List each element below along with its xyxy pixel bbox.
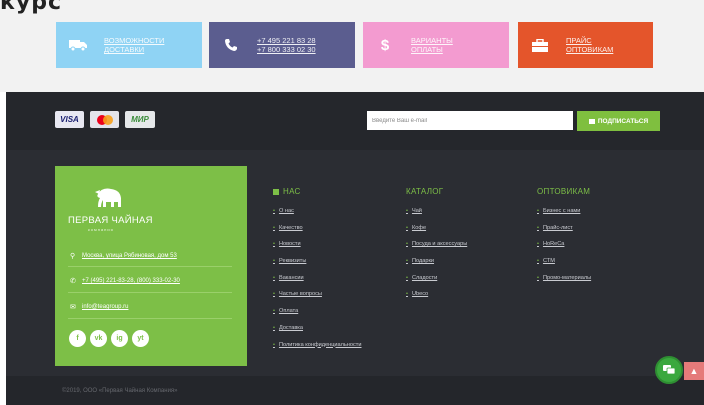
footer-link[interactable]: HoReCa <box>537 241 591 258</box>
chat-icon[interactable] <box>655 356 683 384</box>
company-address[interactable]: Москва, улица Рябиновая, дом 53 <box>82 253 177 259</box>
dollar-icon: $ <box>380 36 390 54</box>
email-field[interactable] <box>367 111 573 130</box>
wholesale-price-promo-button[interactable]: ПРАЙС ОПТОВИКАМ <box>518 22 653 68</box>
promo-line: ВОЗМОЖНОСТИ <box>104 36 165 45</box>
phone-promo-button[interactable]: +7 495 221 83 28 +7 800 333 02 30 <box>209 22 355 68</box>
facebook-icon[interactable]: f <box>69 330 86 347</box>
truck-icon <box>68 35 88 55</box>
mail-icon <box>588 118 595 124</box>
copyright-text: ©2019, ООО «Первая Чайная Компания» <box>62 388 178 394</box>
promo-line: ВАРИАНТЫ <box>411 36 453 45</box>
promo-line: ОПТОВИКАМ <box>566 45 614 54</box>
company-subtitle: компания <box>88 227 114 232</box>
column-title: КАТАЛОГ <box>406 187 444 196</box>
promo-line: ДОСТАВКИ <box>104 45 145 54</box>
footer-link[interactable]: Оплата <box>273 308 362 325</box>
company-name: ПЕРВАЯ ЧАЙНАЯ <box>68 215 153 226</box>
wholesale-column: ОПТОВИКАМ Бизнес с нами Прайс-лист HoReC… <box>537 187 591 291</box>
square-icon <box>273 188 279 195</box>
footer-link[interactable]: СТМ <box>537 258 591 275</box>
footer-link[interactable]: Посуда и аксессуары <box>406 241 467 258</box>
footer-link[interactable]: Вакансии <box>273 275 362 292</box>
scroll-top-icon[interactable]: ▲ <box>684 362 704 380</box>
footer-link[interactable]: Промо-материалы <box>537 275 591 292</box>
subscribe-label: подписаться <box>597 117 649 125</box>
footer-link[interactable]: Ubeco <box>406 291 467 308</box>
mastercard-icon <box>90 111 119 128</box>
promo-line: ОПЛАТЫ <box>411 45 443 54</box>
column-title: НАС <box>283 187 301 196</box>
divider <box>68 266 232 267</box>
footer-link[interactable]: Чай <box>406 208 467 225</box>
briefcase-icon <box>530 35 550 55</box>
footer-link[interactable]: Кофе <box>406 225 467 242</box>
youtube-icon[interactable]: yt <box>132 330 149 347</box>
footer-link[interactable]: Политика конфиденциальности <box>273 342 362 359</box>
footer-link[interactable]: Прайс-лист <box>537 225 591 242</box>
catalog-column: КАТАЛОГ Чай Кофе Посуда и аксессуары Под… <box>406 187 467 308</box>
about-column: НАС О нас Качество Новости Реквизиты Вак… <box>273 187 362 358</box>
envelope-icon: ✉ <box>70 304 76 311</box>
footer-link[interactable]: Реквизиты <box>273 258 362 275</box>
visa-card-icon: VISA <box>55 111 84 128</box>
address-row: ⚲ Москва, улица Рябиновая, дом 53 <box>70 252 177 260</box>
subscribe-button[interactable]: подписаться <box>577 111 660 131</box>
column-title: ОПТОВИКАМ <box>537 187 591 196</box>
phones-row: ✆ +7 (495) 221-83-28, (800) 333-02-30 <box>70 277 180 285</box>
phone-number[interactable]: +7 800 333 02 30 <box>257 45 316 54</box>
footer-link[interactable]: Качество <box>273 225 362 242</box>
instagram-icon[interactable]: ig <box>111 330 128 347</box>
footer-link[interactable]: О нас <box>273 208 362 225</box>
promo-line: ПРАЙС <box>566 36 592 45</box>
footer-link[interactable]: Новости <box>273 241 362 258</box>
page-title-fragment: курс <box>0 0 63 15</box>
footer-link[interactable]: Сладости <box>406 275 467 292</box>
phone-icon: ✆ <box>70 278 76 285</box>
phone-number[interactable]: +7 495 221 83 28 <box>257 36 316 45</box>
payment-promo-button[interactable]: $ ВАРИАНТЫ ОПЛАТЫ <box>363 22 509 68</box>
location-pin-icon: ⚲ <box>70 253 76 260</box>
phone-icon <box>221 35 241 55</box>
vk-icon[interactable]: vk <box>90 330 107 347</box>
delivery-promo-button[interactable]: ВОЗМОЖНОСТИ ДОСТАВКИ <box>56 22 202 68</box>
social-links: f vk ig yt <box>69 330 149 347</box>
footer-link[interactable]: Бизнес с нами <box>537 208 591 225</box>
divider <box>68 318 232 319</box>
footer-link[interactable]: Подарки <box>406 258 467 275</box>
company-phones[interactable]: +7 (495) 221-83-28, (800) 333-02-30 <box>82 278 180 284</box>
company-email[interactable]: info@teagroup.ru <box>82 304 128 310</box>
divider <box>68 292 232 293</box>
column-heading: НАС <box>273 187 362 196</box>
email-row: ✉ info@teagroup.ru <box>70 303 128 311</box>
mir-card-icon: МИР <box>125 111 155 128</box>
payment-cards: VISA МИР <box>55 111 155 128</box>
footer-link[interactable]: Доставка <box>273 325 362 342</box>
elephant-logo-icon <box>95 188 121 207</box>
footer-link[interactable]: Частые вопросы <box>273 291 362 308</box>
